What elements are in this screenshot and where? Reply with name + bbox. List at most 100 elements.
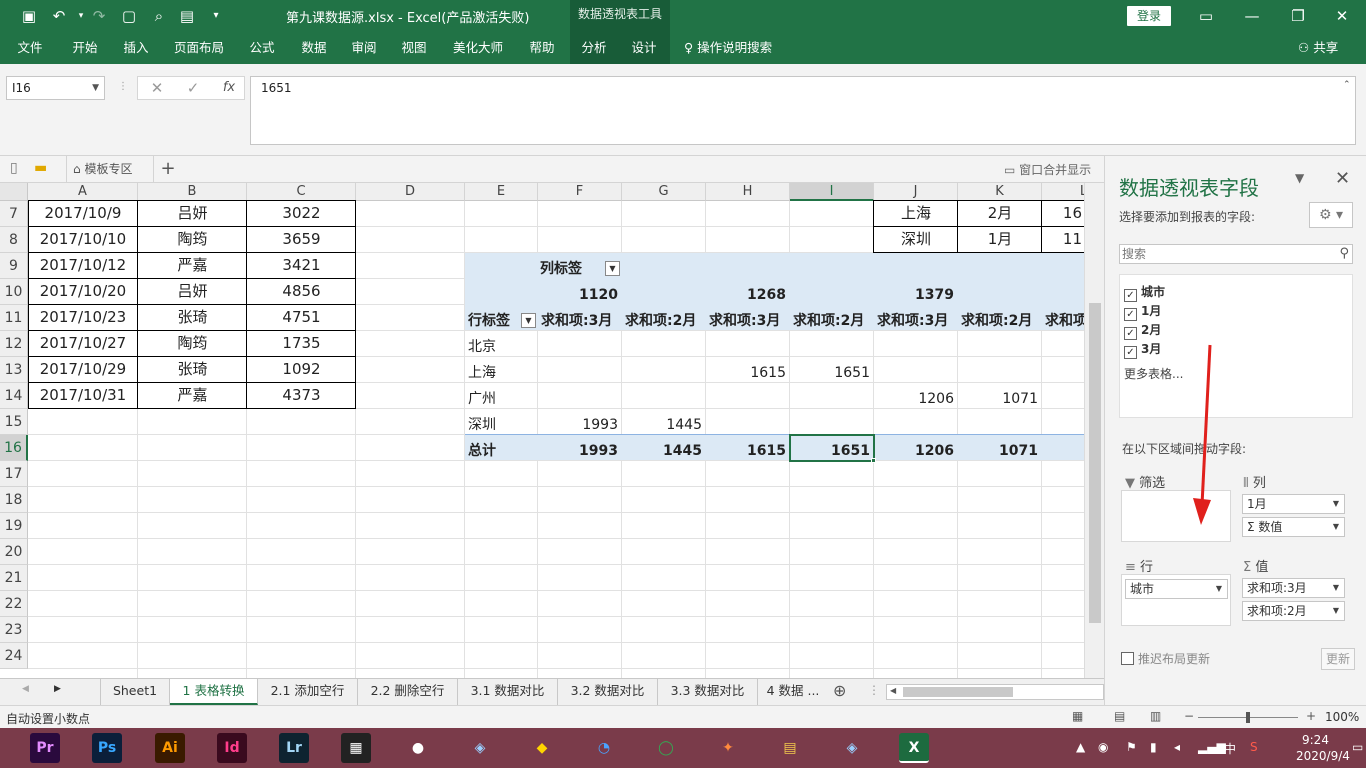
pinned-app-icon[interactable]: ● (403, 733, 433, 763)
undo-icon[interactable]: ↶ (48, 6, 70, 26)
excel-app-icon[interactable]: X (899, 733, 929, 763)
tab-formulas[interactable]: 公式 (240, 32, 284, 64)
horizontal-scrollbar[interactable]: ◀ (886, 684, 1104, 700)
ribbon-display-icon[interactable]: ▭ (1186, 4, 1226, 28)
update-button[interactable]: 更新 (1321, 648, 1355, 670)
zoom-in-icon[interactable]: + (1306, 709, 1316, 723)
tab-home[interactable]: 开始 (62, 32, 108, 64)
cell-amount[interactable]: 1092 (247, 356, 356, 382)
pivot-row-label[interactable]: 上海 (468, 360, 496, 386)
row-filter-button[interactable]: ▼ (521, 313, 536, 328)
row-field-chip[interactable]: 城市 ▼ (1125, 579, 1228, 599)
pivot-total-cell[interactable]: 1615 (706, 438, 790, 464)
cell-amount[interactable]: 3421 (247, 252, 356, 278)
cell-value[interactable]: 11 (1042, 226, 1084, 252)
illustrator-app-icon[interactable]: Ai (155, 733, 185, 763)
values-area-box[interactable]: 求和项:3月 ▼ 求和项:2月 ▼ (1239, 574, 1349, 626)
value-field-chip[interactable]: 求和项:3月 ▼ (1242, 578, 1345, 598)
pivot-total-cell[interactable]: 1071 (958, 438, 1042, 464)
cell-city[interactable]: 上海 (874, 200, 958, 226)
field-search-input[interactable]: 搜索 ⚲ (1119, 244, 1353, 264)
enter-icon[interactable]: ✓ (178, 76, 208, 100)
cell-name[interactable]: 陶筠 (138, 330, 247, 356)
browser-app-icon[interactable]: ◔ (589, 733, 619, 763)
checkbox-checked-icon[interactable]: ✓ (1124, 327, 1137, 340)
flag-icon[interactable]: ⚑ (1126, 740, 1137, 754)
column-header-d[interactable]: D (356, 183, 465, 201)
cell-name[interactable]: 吕妍 (138, 200, 247, 226)
redo-icon[interactable]: ↷ (88, 6, 110, 26)
sheet-tab[interactable]: 3.2 数据对比 (558, 679, 658, 705)
sogou-icon[interactable]: S (1250, 740, 1258, 754)
row-header[interactable]: 19 (0, 513, 28, 539)
add-workbook-icon[interactable]: + (158, 158, 178, 180)
checkbox-checked-icon[interactable]: ✓ (1124, 289, 1137, 302)
vertical-scrollbar[interactable] (1084, 183, 1104, 678)
lightroom-app-icon[interactable]: Lr (279, 733, 309, 763)
cell-amount[interactable]: 4856 (247, 278, 356, 304)
scroll-right-icon[interactable]: ▶ (54, 684, 61, 694)
cell-month[interactable]: 1月 (958, 226, 1042, 252)
row-header[interactable]: 23 (0, 617, 28, 643)
value-field-chip[interactable]: 求和项:2月 ▼ (1242, 601, 1345, 621)
cell-amount[interactable]: 4373 (247, 382, 356, 408)
zoom-slider-knob[interactable] (1246, 712, 1250, 723)
pivot-row-label[interactable]: 广州 (468, 386, 496, 412)
new-doc-icon[interactable]: ▯ (10, 160, 18, 176)
rows-area-box[interactable]: 城市 ▼ (1121, 574, 1231, 626)
cell-month[interactable]: 2月 (958, 200, 1042, 226)
pivot-value-cell[interactable]: 1615 (706, 360, 790, 386)
zoom-out-icon[interactable]: − (1184, 709, 1194, 723)
row-header[interactable]: 7 (0, 201, 28, 227)
cell-name[interactable]: 陶筠 (138, 226, 247, 252)
template-tab[interactable]: ⌂ 模板专区 (66, 156, 154, 183)
formula-input[interactable]: 1651 (250, 76, 1356, 145)
row-header[interactable]: 11 (0, 305, 28, 331)
row-header[interactable]: 16 (0, 435, 28, 461)
column-header-j[interactable]: J (874, 183, 958, 201)
column-header-h[interactable]: H (706, 183, 790, 201)
premiere-app-icon[interactable]: Pr (30, 733, 60, 763)
row-header[interactable]: 10 (0, 279, 28, 305)
indesign-app-icon[interactable]: Id (217, 733, 247, 763)
cell-date[interactable]: 2017/10/9 (28, 200, 138, 226)
pivot-row-label[interactable]: 北京 (468, 334, 496, 360)
notification-icon[interactable]: ▭ (1352, 740, 1363, 754)
row-header[interactable]: 9 (0, 253, 28, 279)
tab-file[interactable]: 文件 (8, 32, 52, 64)
sheet-tab-active[interactable]: 1 表格转换 (170, 679, 258, 705)
row-header[interactable]: 18 (0, 487, 28, 513)
zoom-level[interactable]: 100% (1325, 710, 1359, 724)
tab-view[interactable]: 视图 (392, 32, 436, 64)
cell-value[interactable]: 16 (1042, 200, 1084, 226)
cell-date[interactable]: 2017/10/29 (28, 356, 138, 382)
select-all-corner[interactable] (0, 183, 28, 201)
tab-beautify-master[interactable]: 美化大师 (446, 32, 510, 64)
column-field-chip[interactable]: 1月 ▼ (1242, 494, 1345, 514)
columns-area-box[interactable]: 1月 ▼ Σ 数值 ▼ (1239, 490, 1349, 542)
scroll-left-icon[interactable]: ◀ (890, 686, 896, 695)
row-header[interactable]: 21 (0, 565, 28, 591)
tab-help[interactable]: 帮助 (520, 32, 564, 64)
checkbox-checked-icon[interactable]: ✓ (1124, 308, 1137, 321)
column-header-c[interactable]: C (247, 183, 356, 201)
cell-name[interactable]: 严嘉 (138, 252, 247, 278)
column-header-f[interactable]: F (538, 183, 622, 201)
scrollbar-thumb[interactable] (1089, 303, 1101, 623)
cell-name[interactable]: 严嘉 (138, 382, 247, 408)
row-header[interactable]: 14 (0, 383, 28, 409)
pivot-total-cell[interactable]: 1993 (538, 438, 622, 464)
qq-app-icon[interactable]: ◆ (527, 733, 557, 763)
form-icon[interactable]: ▤ (176, 6, 198, 26)
pivot-value-cell[interactable]: 1206 (874, 386, 958, 412)
scrollbar-thumb[interactable] (903, 687, 1013, 697)
sheet-tab[interactable]: 2.2 删除空行 (358, 679, 458, 705)
tab-review[interactable]: 审阅 (342, 32, 386, 64)
merge-window-button[interactable]: ▭ 窗口合并显示 (1004, 161, 1091, 178)
column-header-i[interactable]: I (790, 183, 874, 201)
cell-date[interactable]: 2017/10/20 (28, 278, 138, 304)
cell-date[interactable]: 2017/10/23 (28, 304, 138, 330)
video-editor-app-icon[interactable]: ▦ (341, 733, 371, 763)
file-explorer-app-icon[interactable]: ▤ (775, 733, 805, 763)
column-header-e[interactable]: E (465, 183, 538, 201)
